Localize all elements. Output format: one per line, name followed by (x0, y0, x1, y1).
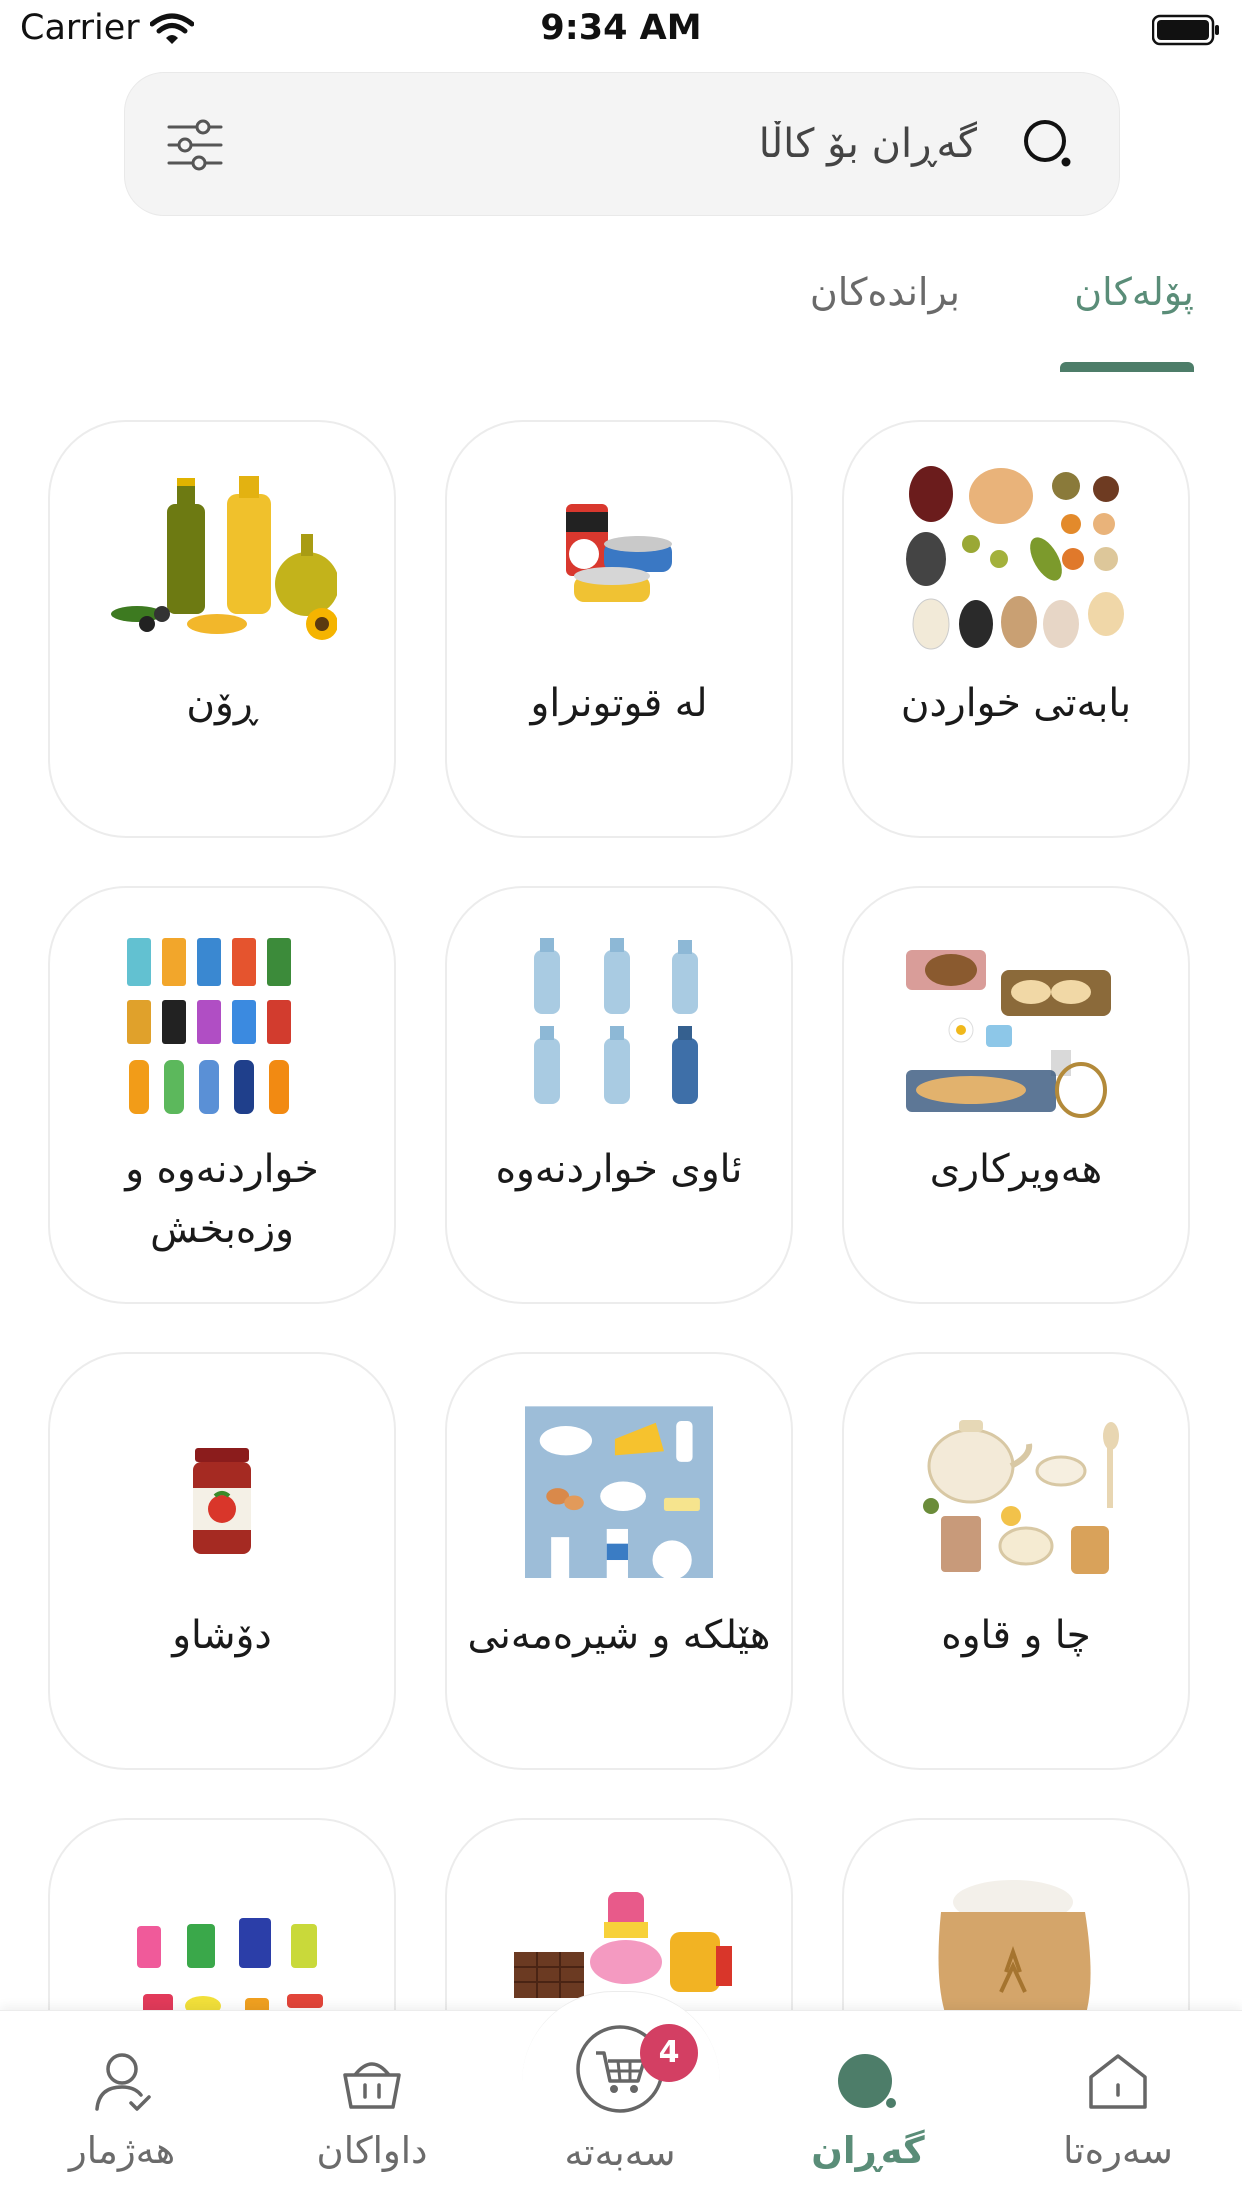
account-icon (95, 2053, 151, 2111)
category-card-tea-coffee[interactable]: چا و قاوە (842, 1352, 1190, 1770)
tab-categories[interactable]: پۆلەکان (1074, 270, 1194, 314)
category-label: خواردنەوە و وزەبخش (125, 1147, 319, 1252)
category-card-sweets[interactable] (445, 1818, 793, 2010)
category-label: ئاوی خواردنەوە (495, 1147, 743, 1192)
baking-image (906, 950, 1111, 1118)
cleaning-products-image (137, 1918, 323, 2010)
home-icon (1089, 2054, 1147, 2109)
category-label: بابەتی خواردن (900, 681, 1132, 726)
filter-icon[interactable] (167, 119, 223, 171)
sweets-image (514, 1892, 732, 1998)
water-bottles-image (534, 938, 698, 1104)
bottom-tab-bar: سەرەتا گەڕان سەبەتە داواکان هەژمار (0, 1991, 1242, 2209)
nav-account[interactable]: هەژمار (22, 2051, 222, 2172)
search-icon[interactable] (1017, 113, 1079, 175)
category-label: دۆشاو (172, 1613, 272, 1658)
soft-drinks-image (127, 938, 291, 1114)
category-label: لە قوتونراو (530, 681, 708, 726)
nav-label: داواکان (316, 2129, 428, 2172)
category-card-paste[interactable]: دۆشاو (48, 1352, 396, 1770)
category-card-cleaning[interactable] (48, 1818, 396, 2010)
category-card-canned[interactable]: لە قوتونراو (445, 420, 793, 838)
nav-search[interactable]: گەڕان (768, 2051, 968, 2172)
category-card-baking[interactable]: هەویرکاری (842, 886, 1190, 1304)
search-icon (838, 2054, 896, 2108)
battery-icon (1152, 14, 1219, 46)
tab-brands[interactable]: براندەکان (810, 270, 960, 314)
category-label: چا و قاوە (941, 1613, 1091, 1658)
nav-label: سەبەتە (564, 2131, 676, 2174)
active-tab-indicator (1060, 362, 1194, 372)
search-bar (124, 72, 1120, 216)
basket-icon (343, 2062, 401, 2109)
nav-home[interactable]: سەرەتا (1018, 2051, 1218, 2172)
category-label: هەویرکاری (929, 1147, 1103, 1192)
nav-label: هەژمار (68, 2129, 176, 2172)
category-card-food-items[interactable]: بابەتی خواردن (842, 420, 1190, 838)
canned-food-image (566, 504, 672, 602)
category-card-rice[interactable] (842, 1818, 1190, 2010)
status-bar: Carrier 9:34 AM (0, 0, 1242, 62)
nav-label: سەرەتا (1063, 2129, 1173, 2172)
clock: 9:34 AM (540, 8, 702, 48)
category-card-water[interactable]: ئاوی خواردنەوە (445, 886, 793, 1304)
nav-orders[interactable]: داواکان (272, 2051, 472, 2172)
category-card-soft-drinks[interactable]: خواردنەوە و وزەبخش (48, 886, 396, 1304)
cooking-oil-image (111, 476, 337, 640)
category-card-oil[interactable]: ڕۆن (48, 420, 396, 838)
tea-coffee-image (923, 1420, 1119, 1574)
dairy-eggs-image (525, 1406, 713, 1578)
legumes-image (906, 466, 1124, 650)
category-label: ڕۆن (186, 681, 258, 726)
category-grid: بابەتی خواردن لە قوتونراو ڕۆن هەویرکاری … (0, 420, 1242, 2010)
cart-count-badge: 4 (640, 2024, 698, 2082)
rice-sack-image (938, 1880, 1091, 2010)
nav-label: گەڕان (811, 2129, 925, 2172)
category-label: هێلکە و شیرەمەنی (467, 1613, 771, 1658)
category-card-dairy[interactable]: هێلکە و شیرەمەنی (445, 1352, 793, 1770)
paste-jar-image (193, 1448, 251, 1554)
search-input[interactable] (375, 113, 979, 175)
